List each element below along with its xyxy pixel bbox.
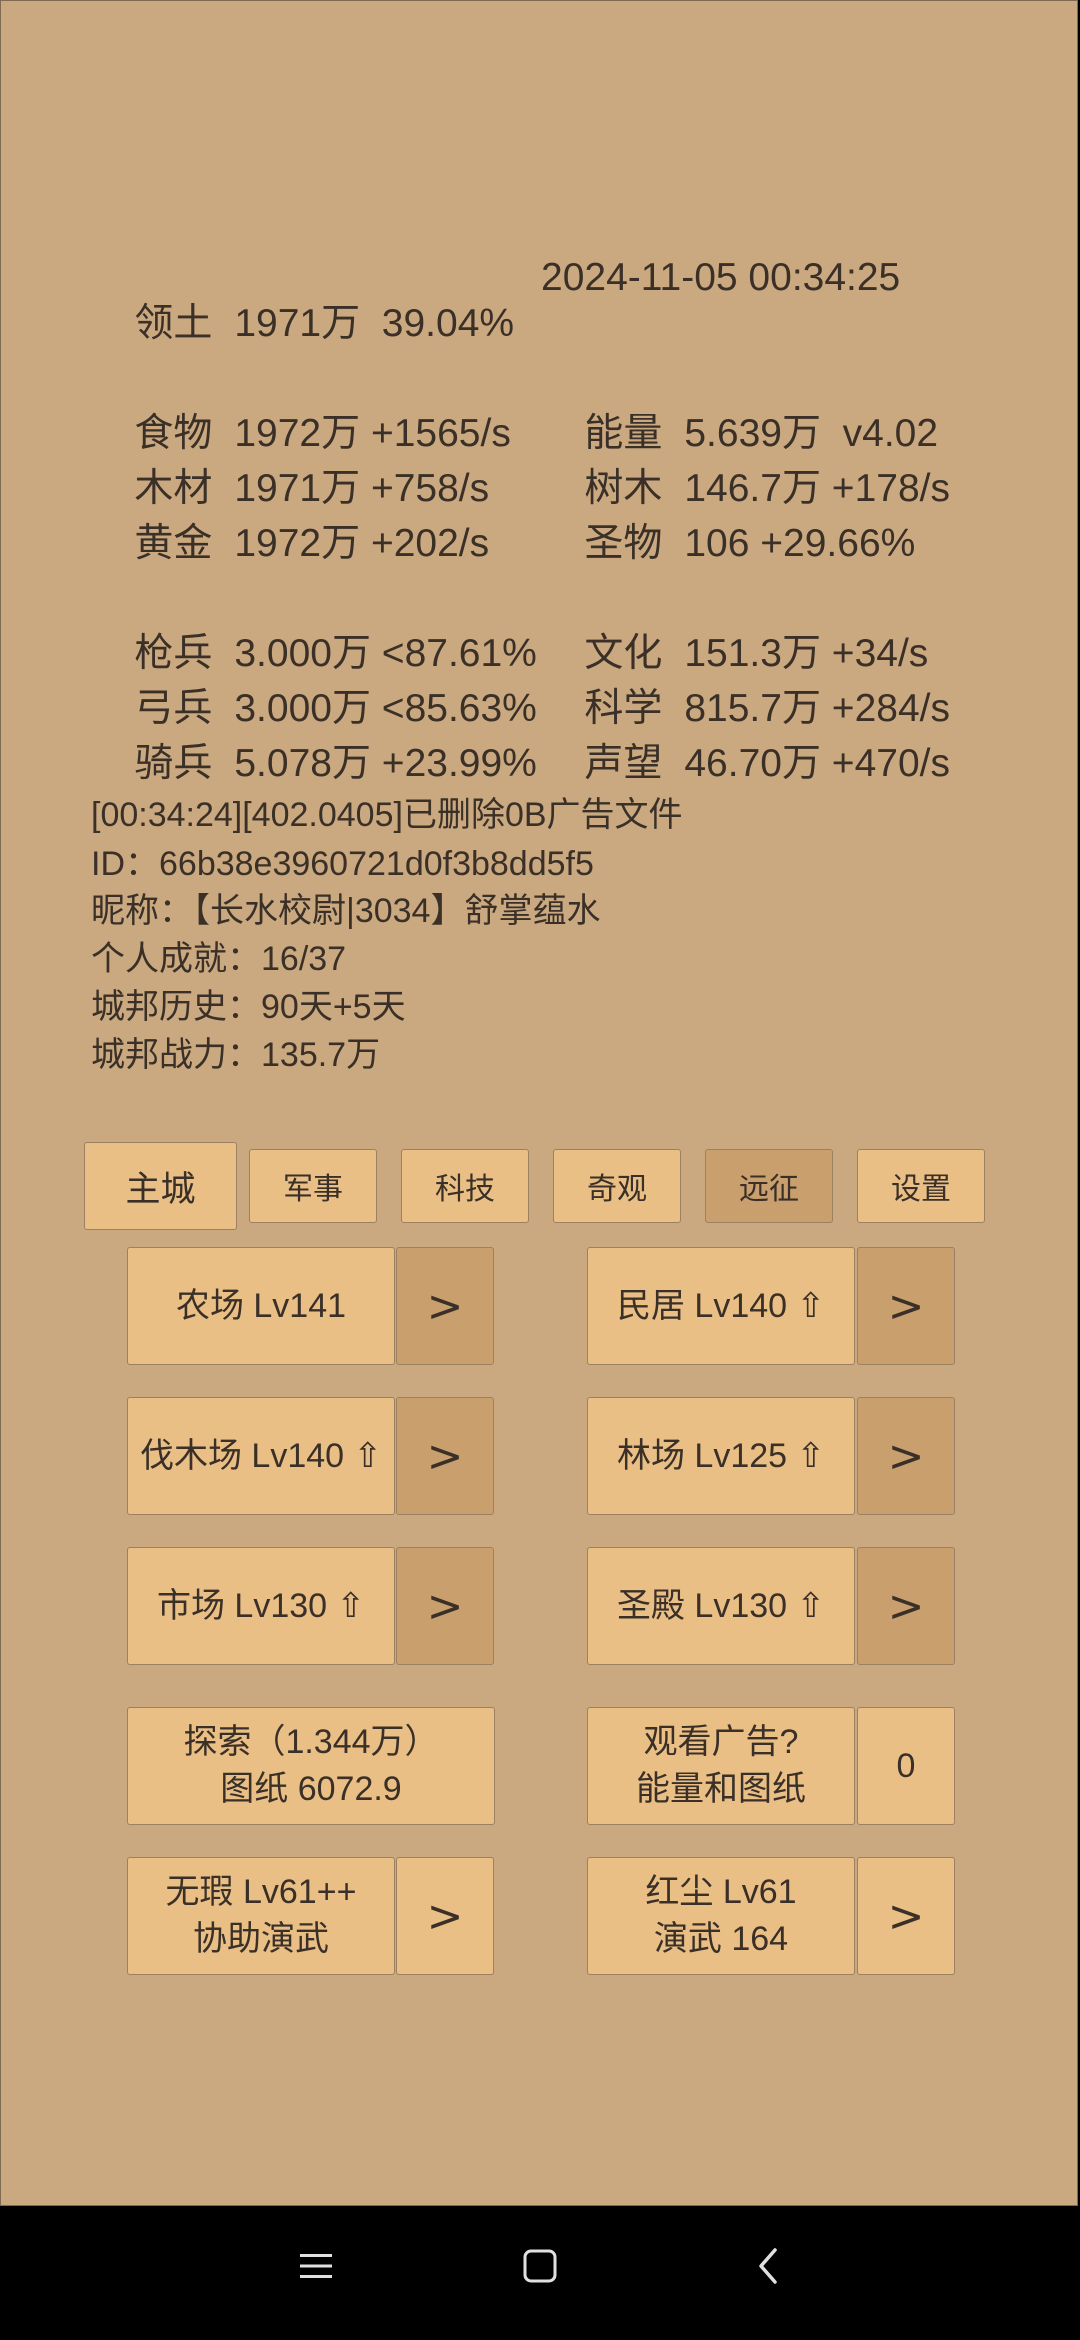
flawless-level: 无瑕 Lv61++ xyxy=(165,1873,357,1911)
temple-arrow-button[interactable]: > xyxy=(857,1547,955,1665)
system-nav-bar xyxy=(0,2206,1080,2340)
tab-technology[interactable]: 科技 xyxy=(401,1149,529,1223)
relics-label: 圣物 xyxy=(584,522,663,565)
hongchen-level: 红尘 Lv61 xyxy=(645,1873,797,1911)
tab-main-city[interactable]: 主城 xyxy=(84,1142,237,1230)
watch-ad-reward: 能量和图纸 xyxy=(636,1770,806,1808)
territory-value: 1971万 39.04% xyxy=(234,302,515,345)
cavalry-value: 5.078万 +23.99% xyxy=(234,742,537,785)
achievements-line: 个人成就：16/37 xyxy=(91,940,347,978)
explore-button[interactable]: 探索（1.344万） 图纸 6072.9 xyxy=(127,1707,495,1825)
city-history-line: 城邦历史：90天+5天 xyxy=(91,988,406,1026)
flawless-action: 协助演武 xyxy=(193,1920,329,1958)
forest-farm-button[interactable]: 林场 Lv125 ⇧ xyxy=(587,1397,855,1515)
hongchen-action: 演武 164 xyxy=(653,1920,789,1958)
lumberyard-button[interactable]: 伐木场 Lv140 ⇧ xyxy=(127,1397,395,1515)
game-screen: 领土 1971万 39.04% 2024-11-05 00:34:25 食物 197… xyxy=(0,0,1078,2206)
houses-arrow-button[interactable]: > xyxy=(857,1247,955,1365)
log-line: [00:34:24][402.0405]已删除0B广告文件 xyxy=(91,796,683,834)
hongchen-button[interactable]: 红尘 Lv61 演武 164 xyxy=(587,1857,855,1975)
player-id: ID：66b38e3960721d0f3b8dd5f5 xyxy=(91,845,594,883)
city-power-line: 城邦战力：135.7万 xyxy=(91,1036,381,1074)
ad-count-badge: 0 xyxy=(857,1707,955,1825)
explore-blueprints: 图纸 6072.9 xyxy=(220,1770,402,1808)
explore-cost: 探索（1.344万） xyxy=(183,1723,439,1761)
forest-farm-arrow-button[interactable]: > xyxy=(857,1397,955,1515)
flawless-arrow-button[interactable]: > xyxy=(396,1857,494,1975)
relics-value: 106 +29.66% xyxy=(684,522,916,565)
tab-military[interactable]: 军事 xyxy=(249,1149,377,1223)
market-button[interactable]: 市场 Lv130 ⇧ xyxy=(127,1547,395,1665)
hongchen-arrow-button[interactable]: > xyxy=(857,1857,955,1975)
territory-label: 领土 xyxy=(134,302,213,345)
gold-label: 黄金 xyxy=(134,522,213,565)
prestige-label: 声望 xyxy=(584,742,663,785)
lumberyard-arrow-button[interactable]: > xyxy=(396,1397,494,1515)
market-arrow-button[interactable]: > xyxy=(396,1547,494,1665)
prestige-value: 46.70万 +470/s xyxy=(684,742,950,785)
home-square-icon[interactable] xyxy=(510,2236,570,2296)
tab-expedition[interactable]: 远征 xyxy=(705,1149,833,1223)
watch-ad-title: 观看广告? xyxy=(643,1723,799,1761)
tab-settings[interactable]: 设置 xyxy=(857,1149,985,1223)
farm-arrow-button[interactable]: > xyxy=(396,1247,494,1365)
gold-value: 1972万 +202/s xyxy=(234,522,490,565)
player-nickname: 昵称：【长水校尉|3034】舒掌蕴水 xyxy=(91,892,601,930)
flawless-button[interactable]: 无瑕 Lv61++ 协助演武 xyxy=(127,1857,395,1975)
houses-button[interactable]: 民居 Lv140 ⇧ xyxy=(587,1247,855,1365)
menu-lines-icon[interactable] xyxy=(286,2236,346,2296)
datetime: 2024-11-05 00:34:25 xyxy=(541,256,901,299)
back-chevron-icon[interactable] xyxy=(738,2236,798,2296)
cavalry-label: 骑兵 xyxy=(134,742,213,785)
farm-button[interactable]: 农场 Lv141 xyxy=(127,1247,395,1365)
watch-ad-button[interactable]: 观看广告? 能量和图纸 xyxy=(587,1707,855,1825)
temple-button[interactable]: 圣殿 Lv130 ⇧ xyxy=(587,1547,855,1665)
tab-wonders[interactable]: 奇观 xyxy=(553,1149,681,1223)
